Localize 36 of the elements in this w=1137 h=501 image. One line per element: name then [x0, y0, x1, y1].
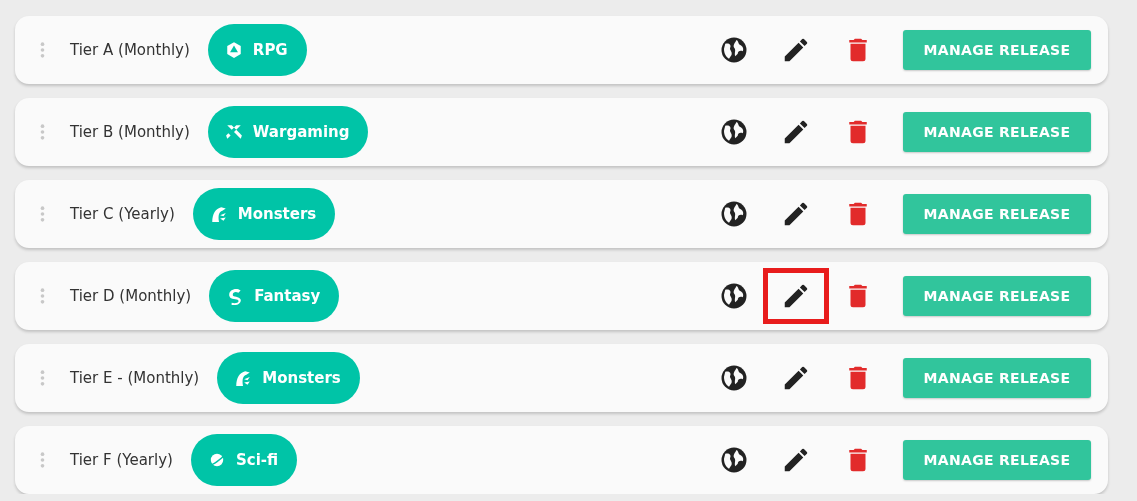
drag-handle-icon[interactable]: [40, 123, 45, 141]
drag-handle-icon[interactable]: [40, 451, 45, 469]
genre-tag: Monsters: [217, 352, 360, 404]
genre-tag: Wargaming: [207, 106, 369, 158]
manage-release-button[interactable]: MANAGE RELEASE: [903, 30, 1091, 70]
genre-tag: Sci-fi: [190, 434, 298, 486]
drag-handle-icon[interactable]: [40, 41, 45, 59]
globe-icon: [719, 199, 749, 229]
manage-release-button[interactable]: MANAGE RELEASE: [903, 276, 1091, 316]
edit-button[interactable]: [763, 268, 829, 324]
globe-icon: [719, 117, 749, 147]
tier-name: Tier A (Monthly): [70, 41, 190, 59]
tier-name: Tier C (Yearly): [70, 205, 175, 223]
tier-name: Tier F (Yearly): [70, 451, 173, 469]
genre-tag: RPG: [207, 24, 307, 76]
drag-handle-icon[interactable]: [40, 287, 45, 305]
crossed-swords-icon: [224, 123, 243, 141]
manage-release-button[interactable]: MANAGE RELEASE: [903, 112, 1091, 152]
tier-name: Tier D (Monthly): [70, 287, 192, 305]
manage-release-button[interactable]: MANAGE RELEASE: [903, 194, 1091, 234]
tier-name: Tier B (Monthly): [70, 123, 190, 141]
manage-release-button[interactable]: MANAGE RELEASE: [903, 440, 1091, 480]
globe-icon: [719, 281, 749, 311]
globe-icon: [719, 35, 749, 65]
manage-release-button[interactable]: MANAGE RELEASE: [903, 358, 1091, 398]
genre-tag: Monsters: [192, 188, 336, 240]
drag-handle-icon[interactable]: [40, 205, 45, 223]
tier-name: Tier E - (Monthly): [70, 369, 200, 387]
dragon-icon: [209, 205, 228, 223]
dragon-icon: [234, 369, 253, 387]
dice-icon: [224, 41, 243, 59]
genre-tag: Fantasy: [209, 270, 340, 322]
globe-icon: [719, 363, 749, 393]
globe-icon: [719, 445, 749, 475]
drag-handle-icon[interactable]: [40, 369, 45, 387]
planet-icon: [207, 451, 226, 469]
